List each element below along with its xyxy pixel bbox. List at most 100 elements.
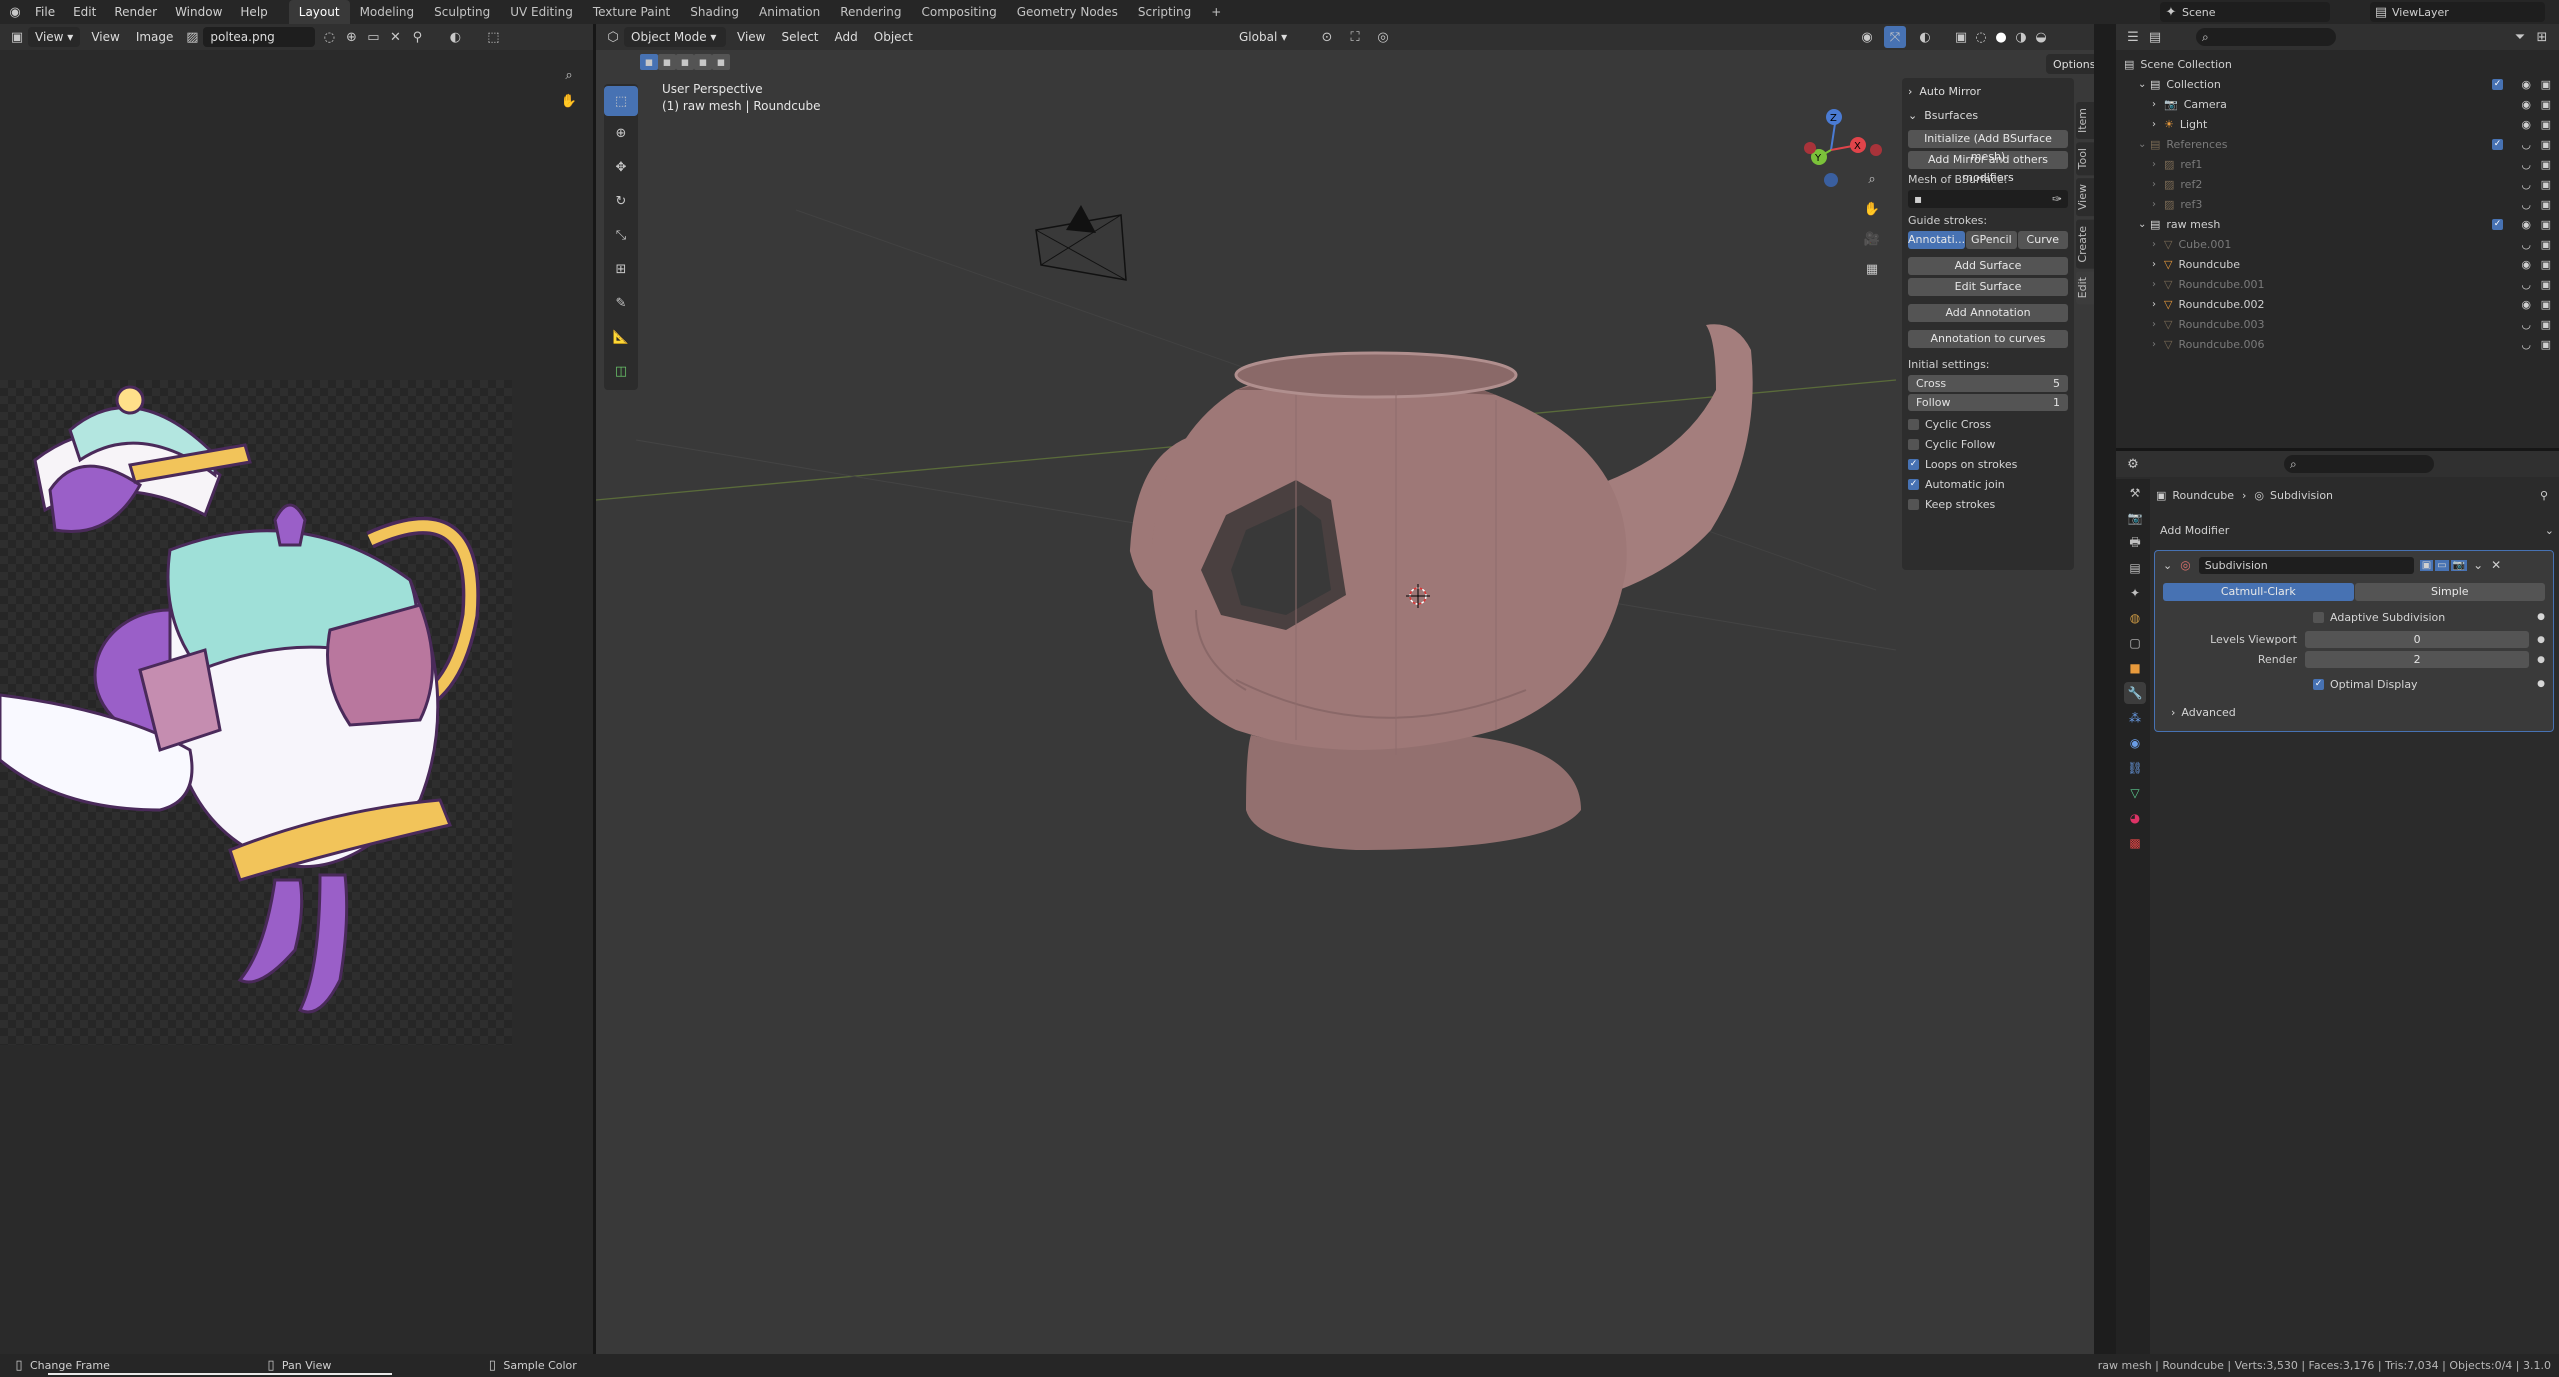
modifier-name-field[interactable]: Subdivision xyxy=(2198,556,2414,574)
outliner[interactable]: ☰ ▤ ⌕ ⏷ ⊞ ▤ Scene Collection ⌄ ▤ Collection… xyxy=(2116,24,2559,448)
expand-icon[interactable]: › xyxy=(2152,259,2164,270)
menu-window[interactable]: Window xyxy=(166,0,231,24)
scene-tab-icon[interactable]: ✦ xyxy=(2124,582,2146,604)
pin-icon[interactable]: ⚲ xyxy=(406,26,428,48)
view-layer-selector[interactable]: ▤ ViewLayer xyxy=(2370,2,2545,22)
teapot-mesh[interactable] xyxy=(1129,324,1753,850)
overlay-toggle-icon[interactable]: ◐ xyxy=(1914,26,1936,48)
render-visibility-icon[interactable]: ▣ xyxy=(2541,78,2551,91)
view-layer-tab-icon[interactable]: ▤ xyxy=(2124,557,2146,579)
catmull-clark-option[interactable]: Catmull-Clark xyxy=(2163,583,2354,601)
tab-create[interactable]: Create xyxy=(2076,219,2094,269)
new-collection-icon[interactable]: ⊞ xyxy=(2531,26,2553,48)
tab-tool[interactable]: Tool xyxy=(2076,142,2094,176)
gizmo-toggle-icon[interactable]: ⤧ xyxy=(1884,26,1906,48)
outliner-row[interactable]: › ▽ Cube.001 ◡ ▣ xyxy=(2124,234,2559,254)
eye-icon[interactable]: ◡ xyxy=(2521,278,2531,291)
tab-layout[interactable]: Layout xyxy=(288,0,350,24)
dropdown-icon[interactable]: ⌄ xyxy=(2473,558,2483,572)
properties-search-input[interactable]: ⌕ xyxy=(2284,455,2434,473)
add-annotation-button[interactable]: Add Annotation xyxy=(1908,304,2068,322)
adaptive-subdivision-checkbox[interactable]: Adaptive Subdivision ● xyxy=(2163,607,2545,627)
output-tab-icon[interactable]: 🖶 xyxy=(2124,532,2146,554)
tab-view[interactable]: View xyxy=(2076,178,2094,217)
camera-view-icon[interactable]: 🎥 xyxy=(1861,228,1883,250)
outliner-row[interactable]: ⌄ ▤ References ✓ ◡ ▣ xyxy=(2124,134,2559,154)
particles-tab-icon[interactable]: ⁂ xyxy=(2124,707,2146,729)
keyframe-dot-icon[interactable]: ● xyxy=(2537,679,2545,689)
render-visibility-icon[interactable]: ▣ xyxy=(2541,318,2551,331)
display-mode-icon[interactable]: ▤ xyxy=(2144,26,2166,48)
pin-icon[interactable]: ⚲ xyxy=(2540,489,2548,502)
tab-uv-editing[interactable]: UV Editing xyxy=(500,0,583,24)
rendered-shading-icon[interactable]: ◒ xyxy=(2030,26,2052,48)
render-visibility-icon[interactable]: ▣ xyxy=(2541,158,2551,171)
collection-tab-icon[interactable]: ▢ xyxy=(2124,632,2146,654)
outliner-row[interactable]: › ▨ ref2 ◡ ▣ xyxy=(2124,174,2559,194)
menu-view[interactable]: View xyxy=(729,30,773,44)
levels-viewport-field[interactable]: 0 xyxy=(2305,631,2530,648)
eye-icon[interactable]: ◡ xyxy=(2521,318,2531,331)
tab-animation[interactable]: Animation xyxy=(749,0,830,24)
outliner-row[interactable]: › ▽ Roundcube.002 ◉ ▣ xyxy=(2124,294,2559,314)
expand-icon[interactable]: ⌄ xyxy=(2138,219,2150,230)
cross-field[interactable]: Cross 5 xyxy=(1908,375,2068,392)
annotation-to-curves-button[interactable]: Annotation to curves xyxy=(1908,330,2068,348)
modifier-tab-icon[interactable]: 🔧 xyxy=(2124,682,2146,704)
zoom-icon[interactable]: ⌕ xyxy=(1861,168,1883,190)
exclude-checkbox-icon[interactable]: ✓ xyxy=(2492,138,2503,150)
new-image-icon[interactable]: ⊕ xyxy=(340,26,362,48)
ortho-toggle-icon[interactable]: ▦ xyxy=(1861,258,1883,280)
eye-icon[interactable]: ◡ xyxy=(2521,158,2531,171)
optimal-display-checkbox[interactable]: ✓ Optimal Display ● xyxy=(2163,674,2545,694)
constraints-tab-icon[interactable]: ⛓ xyxy=(2124,757,2146,779)
render-visibility-icon[interactable]: ▣ xyxy=(2541,258,2551,271)
tab-compositing[interactable]: Compositing xyxy=(911,0,1006,24)
auto-mirror-panel[interactable]: › Auto Mirror xyxy=(1908,82,2068,100)
eye-icon[interactable]: ◡ xyxy=(2521,198,2531,211)
tab-item[interactable]: Item xyxy=(2076,102,2094,140)
camera-object[interactable] xyxy=(1035,205,1127,281)
expand-icon[interactable]: ⌄ xyxy=(2138,79,2150,90)
render-levels-field[interactable]: 2 xyxy=(2305,651,2530,668)
blender-logo-icon[interactable]: ◉ xyxy=(4,1,26,23)
add-mirror-button[interactable]: Add Mirror and others modifiers xyxy=(1908,151,2068,184)
menu-render[interactable]: Render xyxy=(105,0,166,24)
render-visibility-icon[interactable]: ▣ xyxy=(2541,178,2551,191)
world-tab-icon[interactable]: ◍ xyxy=(2124,607,2146,629)
exclude-checkbox-icon[interactable]: ✓ xyxy=(2492,218,2503,230)
image-canvas[interactable] xyxy=(0,380,512,1045)
gizmo-icon[interactable]: ⬚ xyxy=(482,26,504,48)
expand-icon[interactable]: › xyxy=(2152,299,2164,310)
editor-type-icon[interactable]: ☰ xyxy=(2122,26,2144,48)
guide-curve-option[interactable]: Curve xyxy=(2017,231,2068,249)
render-visibility-icon[interactable]: ▣ xyxy=(2541,238,2551,251)
mode-dropdown[interactable]: Object Mode ▾ xyxy=(624,27,726,47)
eye-icon[interactable]: ◡ xyxy=(2521,138,2531,151)
render-visibility-icon[interactable]: ▣ xyxy=(2541,338,2551,351)
object-tab-icon[interactable]: ■ xyxy=(2124,657,2146,679)
outliner-row[interactable]: › ▨ ref1 ◡ ▣ xyxy=(2124,154,2559,174)
menu-object[interactable]: Object xyxy=(866,30,921,44)
automatic-join-checkbox[interactable]: ✓ Automatic join xyxy=(1908,474,2068,494)
scene-selector[interactable]: ✦ Scene xyxy=(2160,2,2330,22)
keyframe-dot-icon[interactable]: ● xyxy=(2537,612,2545,622)
render-visibility-icon[interactable]: ▣ xyxy=(2541,138,2551,151)
scene-collection-row[interactable]: ▤ Scene Collection xyxy=(2124,54,2559,74)
render-visibility-icon[interactable]: ▣ xyxy=(2541,278,2551,291)
eyedropper-icon[interactable]: ✑ xyxy=(2052,192,2062,206)
material-tab-icon[interactable]: ◕ xyxy=(2124,807,2146,829)
expand-icon[interactable]: › xyxy=(2152,99,2164,110)
close-icon[interactable]: ✕ xyxy=(2491,558,2501,572)
3d-viewport[interactable]: ⬡ Object Mode ▾ View Select Add Object G… xyxy=(596,24,2112,1354)
orientation-dropdown[interactable]: Global ▾ xyxy=(1232,27,1294,47)
fake-user-icon[interactable]: ◌ xyxy=(318,26,340,48)
tab-texture-paint[interactable]: Texture Paint xyxy=(583,0,680,24)
expand-icon[interactable]: ⌄ xyxy=(2138,139,2150,150)
initialize-bsurface-button[interactable]: Initialize (Add BSurface mesh) xyxy=(1908,130,2068,163)
texture-tab-icon[interactable]: ▩ xyxy=(2124,832,2146,854)
menu-select[interactable]: Select xyxy=(773,30,826,44)
keyframe-dot-icon[interactable]: ● xyxy=(2537,635,2545,645)
image-editor[interactable]: ▣ View ▾ View Image ▨ poltea.png ◌ ⊕ ▭ ✕… xyxy=(0,24,593,1354)
hand-pan-icon[interactable]: ✋ xyxy=(1861,198,1883,220)
